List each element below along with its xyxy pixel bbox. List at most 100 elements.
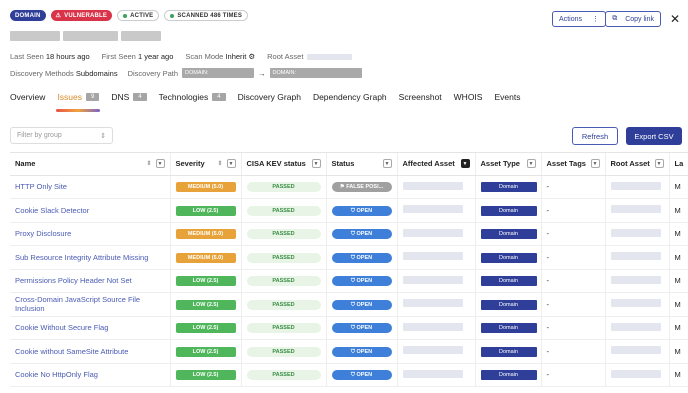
tab-dns[interactable]: DNS 4	[111, 92, 147, 102]
filter-icon[interactable]: ▼	[654, 159, 664, 169]
status-badge[interactable]: ⚑ FALSE POSI...	[331, 182, 392, 193]
last-cell: M	[669, 175, 688, 199]
issue-name-link[interactable]: Sub Resource Integrity Attribute Missing	[10, 245, 171, 270]
filter-icon[interactable]: ▼	[526, 159, 536, 169]
affected-asset-redacted	[402, 346, 463, 355]
issue-name-link[interactable]: Cookie Slack Detector	[10, 198, 171, 223]
table-row[interactable]: Cross-Domain JavaScript Source File Incl…	[10, 292, 688, 317]
col-status[interactable]: Status ▼	[326, 153, 398, 176]
filter-icon[interactable]: ▼	[382, 159, 392, 169]
table-row[interactable]: Cookie Slack Detector LOW (2.5) PASSED ⛉ OP…	[10, 198, 688, 223]
col-asset-tags[interactable]: Asset Tags ▼	[541, 153, 606, 176]
col-severity[interactable]: Severity ⇕ ▼	[170, 153, 242, 176]
asset-type-badge: Domain	[480, 205, 537, 216]
filter-placeholder: Filter by group	[17, 132, 62, 139]
active-tab-indicator	[56, 109, 100, 112]
tab-whois[interactable]: WHOIS	[454, 92, 483, 102]
table-row[interactable]: Proxy Disclosure MEDIUM (5.0) PASSED ⛉ OPEN…	[10, 222, 688, 246]
issue-name-link[interactable]: Cookie Without Secure Flag	[10, 316, 171, 340]
root-asset-redacted	[610, 252, 661, 261]
filter-by-group-select[interactable]: Filter by group ⇕	[10, 127, 113, 144]
sort-icon[interactable]: ⇕	[217, 160, 222, 167]
status-badge[interactable]: ⛉ OPEN	[331, 205, 392, 216]
copy-link-button[interactable]: ⧉ Copy link	[605, 11, 661, 27]
gear-icon[interactable]: ⚙	[248, 52, 255, 61]
path-chip-source[interactable]: DOMAIN:	[182, 68, 255, 78]
status-badge[interactable]: ⛉ OPEN	[331, 323, 392, 334]
last-cell: M	[669, 222, 688, 246]
issue-name-link[interactable]: Permissions Policy Header Not Set	[10, 269, 171, 293]
status-badge[interactable]: ⛉ OPEN	[331, 370, 392, 381]
filter-icon[interactable]: ▼	[226, 159, 236, 169]
col-name[interactable]: Name ⇕ ▼	[10, 153, 171, 176]
status-badge[interactable]: ⛉ OPEN	[331, 229, 392, 240]
asset-tags-cell: -	[541, 292, 606, 317]
asset-tags-cell: -	[541, 363, 606, 387]
affected-asset-redacted	[402, 275, 463, 284]
active-badge: ACTIVE	[117, 10, 160, 21]
status-badge[interactable]: ⛉ OPEN	[331, 252, 392, 263]
table-row[interactable]: HTTP Only Site MEDIUM (5.0) PASSED ⚑ FALSE …	[10, 175, 688, 199]
discovery-methods-value: Subdomains	[75, 68, 118, 78]
technologies-count: 4	[212, 93, 226, 101]
kev-status-badge: PASSED	[246, 182, 321, 193]
sort-icon[interactable]: ⇕	[146, 160, 151, 167]
actions-button[interactable]: Actions ⋮	[552, 11, 606, 27]
affected-asset-redacted	[402, 369, 463, 378]
status-badge[interactable]: ⛉ OPEN	[331, 299, 392, 310]
issue-name-link[interactable]: Cookie without SameSite Attribute	[10, 339, 171, 364]
tab-issues[interactable]: Issues 9	[57, 92, 100, 102]
col-last[interactable]: La	[669, 153, 688, 176]
root-asset-redacted	[610, 299, 661, 308]
asset-type-badge: Domain	[480, 276, 537, 287]
filter-icon[interactable]: ▼	[460, 159, 470, 169]
kev-status-badge: PASSED	[246, 370, 321, 381]
close-icon[interactable]: ✕	[670, 12, 680, 26]
filter-icon[interactable]: ▼	[155, 159, 165, 169]
root-asset-redacted	[307, 54, 353, 61]
root-asset-redacted	[610, 275, 661, 284]
table-row[interactable]: Cookie without SameSite Attribute LOW (2.…	[10, 339, 688, 364]
col-root-asset[interactable]: Root Asset ▼	[605, 153, 670, 176]
export-csv-button[interactable]: Export CSV	[626, 127, 682, 145]
table-row[interactable]: Sub Resource Integrity Attribute Missing…	[10, 245, 688, 270]
tab-screenshot[interactable]: Screenshot	[399, 92, 442, 102]
affected-asset-redacted	[402, 322, 463, 331]
first-seen-value: 1 year ago	[137, 52, 174, 61]
copy-icon: ⧉	[612, 15, 618, 22]
scan-mode-value: Inherit	[225, 52, 247, 61]
table-row[interactable]: Cookie Without Secure Flag LOW (2.5) PASSE…	[10, 316, 688, 340]
col-cisa-kev[interactable]: CISA KEV status ▼	[241, 153, 327, 176]
table-row[interactable]: Permissions Policy Header Not Set LOW (2.…	[10, 269, 688, 293]
refresh-button[interactable]: Refresh	[572, 127, 618, 145]
tab-technologies[interactable]: Technologies 4	[159, 92, 226, 102]
status-badge[interactable]: ⛉ OPEN	[331, 276, 392, 287]
tab-dependency-graph[interactable]: Dependency Graph	[313, 92, 387, 102]
asset-tags-cell: -	[541, 222, 606, 246]
issue-name-link[interactable]: Cross-Domain JavaScript Source File Incl…	[10, 292, 171, 317]
root-asset-redacted	[610, 228, 661, 237]
root-asset-redacted	[610, 205, 661, 214]
issue-name-link[interactable]: Proxy Disclosure	[10, 222, 171, 246]
severity-badge: MEDIUM (5.0)	[175, 182, 236, 193]
kev-status-badge: PASSED	[246, 205, 321, 216]
asset-tags-cell: -	[541, 245, 606, 270]
last-cell: M	[669, 245, 688, 270]
asset-type-badge: Domain	[480, 346, 537, 357]
root-asset-redacted	[610, 181, 661, 190]
table-row[interactable]: Cookie No HttpOnly Flag LOW (2.5) PASSED ⛉ …	[10, 363, 688, 387]
col-asset-type[interactable]: Asset Type ▼	[475, 153, 542, 176]
tab-discovery-graph[interactable]: Discovery Graph	[238, 92, 301, 102]
issue-name-link[interactable]: Cookie No HttpOnly Flag	[10, 363, 171, 387]
severity-badge: LOW (2.5)	[175, 276, 236, 287]
tab-overview[interactable]: Overview	[10, 92, 45, 102]
tab-events[interactable]: Events	[494, 92, 520, 102]
status-badge[interactable]: ⛉ OPEN	[331, 346, 392, 357]
filter-icon[interactable]: ▼	[590, 159, 600, 169]
sort-icon: ⇕	[100, 132, 106, 140]
issue-name-link[interactable]: HTTP Only Site	[10, 175, 171, 199]
warning-icon: ⚠	[55, 13, 62, 19]
filter-icon[interactable]: ▼	[311, 159, 321, 169]
col-affected-asset[interactable]: Affected Asset ▼	[397, 153, 476, 176]
path-chip-target[interactable]: DOMAIN:	[269, 68, 362, 78]
